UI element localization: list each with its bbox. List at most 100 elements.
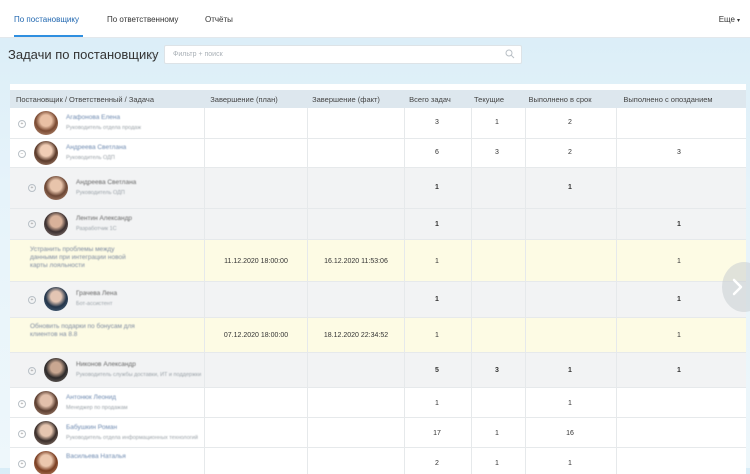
tab-by-responsible[interactable]: По ответственному [107, 15, 178, 24]
person-name[interactable]: Никонов Александр [76, 361, 136, 368]
column-header[interactable]: Завершение (план) [210, 95, 277, 104]
person-name[interactable]: Васильева Наталья [66, 453, 126, 460]
table-row[interactable]: − Андреева Светлана Руководитель ОДП 6 3… [10, 139, 746, 168]
avatar [34, 451, 58, 474]
current-count: 1 [495, 460, 499, 467]
person-role: Разработчик 1С [76, 226, 117, 232]
task-title[interactable]: Обновить подарки по бонусам для клиентов… [30, 323, 140, 339]
table-row[interactable]: + Васильева Наталья 2 1 1 [10, 448, 746, 474]
table-row[interactable]: + Андреева Светлана Руководитель ОДП 1 1 [10, 168, 746, 209]
avatar [44, 358, 68, 382]
plan-date: 07.12.2020 18:00:00 [223, 332, 289, 339]
avatar [34, 141, 58, 165]
current-count: 3 [495, 367, 499, 374]
ontime-count: 2 [568, 119, 572, 126]
table-row[interactable]: + Антонюк Леонид Менеджер по продажам 1 … [10, 388, 746, 418]
person-name[interactable]: Антонюк Леонид [66, 394, 116, 401]
total-count: 1 [435, 400, 439, 407]
current-count: 3 [495, 149, 499, 156]
total-count: 17 [433, 430, 441, 437]
column-divider [525, 108, 526, 474]
person-name[interactable]: Андреева Светлана [76, 179, 136, 186]
total-count: 6 [435, 149, 439, 156]
expand-icon[interactable]: + [18, 430, 26, 438]
expand-icon[interactable]: + [18, 120, 26, 128]
column-divider [307, 108, 308, 474]
avatar [44, 212, 68, 236]
late-count: 1 [677, 332, 681, 339]
expand-icon[interactable]: + [28, 220, 36, 228]
column-header[interactable]: Завершение (факт) [312, 95, 380, 104]
total-count: 3 [435, 119, 439, 126]
person-role: Руководитель службы доставки, ИТ и подде… [76, 372, 202, 378]
collapse-icon[interactable]: − [18, 150, 26, 158]
person-name[interactable]: Андреева Светлана [66, 144, 126, 151]
search-icon[interactable] [505, 49, 515, 59]
expand-icon[interactable]: + [28, 296, 36, 304]
ontime-count: 1 [568, 367, 572, 374]
total-count: 1 [435, 184, 439, 191]
active-tab-indicator [14, 35, 83, 37]
expand-icon[interactable]: + [28, 184, 36, 192]
late-count: 1 [677, 221, 681, 228]
ontime-count: 1 [568, 184, 572, 191]
column-header[interactable]: Постановщик / Ответственный / Задача [16, 95, 154, 104]
table-row[interactable]: + Бабушкин Роман Руководитель отдела инф… [10, 418, 746, 448]
person-role: Руководитель ОДП [66, 155, 115, 161]
avatar [44, 287, 68, 311]
table-row[interactable]: + Грачева Лена Бот-ассистент 1 1 [10, 282, 746, 318]
fact-date: 18.12.2020 22:34:52 [323, 332, 389, 339]
ontime-count: 16 [566, 430, 574, 437]
table-header: Постановщик / Ответственный / Задача Зав… [10, 90, 746, 108]
more-menu-button[interactable]: Еще ▾ [719, 15, 740, 24]
total-count: 5 [435, 367, 439, 374]
page-title: Задачи по постановщику [8, 47, 159, 62]
tab-by-creator[interactable]: По постановщику [14, 15, 79, 24]
column-divider [616, 108, 617, 474]
column-header[interactable]: Текущие [474, 95, 504, 104]
expand-icon[interactable]: + [18, 460, 26, 468]
column-header[interactable]: Выполнено с опозданием [623, 95, 712, 104]
person-name[interactable]: Грачева Лена [76, 290, 117, 297]
person-role: Руководитель отдела продаж [66, 125, 142, 131]
late-count: 1 [677, 367, 681, 374]
late-count: 1 [677, 296, 681, 303]
person-name[interactable]: Бабушкин Роман [66, 424, 117, 431]
expand-icon[interactable]: + [28, 367, 36, 375]
ontime-count: 2 [568, 149, 572, 156]
search-placeholder: Фильтр + поиск [173, 51, 223, 58]
expand-icon[interactable]: + [18, 400, 26, 408]
star-icon[interactable]: ☆ [147, 49, 157, 62]
late-count: 1 [677, 258, 681, 265]
avatar [34, 391, 58, 415]
chevron-right-icon [732, 278, 743, 296]
table-row[interactable]: + Лентин Александр Разработчик 1С 1 1 [10, 209, 746, 240]
person-role: Руководитель отдела информационных техно… [66, 435, 198, 441]
tab-reports[interactable]: Отчёты [205, 15, 233, 24]
ontime-count: 1 [568, 400, 572, 407]
table-row[interactable]: Устранить проблемы между данными при инт… [10, 240, 746, 282]
table-row[interactable]: + Никонов Александр Руководитель службы … [10, 353, 746, 388]
person-role: Менеджер по продажам [66, 405, 128, 411]
table-row[interactable]: Обновить подарки по бонусам для клиентов… [10, 318, 746, 353]
plan-date: 11.12.2020 18:00:00 [224, 258, 288, 265]
avatar [34, 111, 58, 135]
person-name[interactable]: Агафонова Елена [66, 114, 120, 121]
column-header[interactable]: Выполнено в срок [529, 95, 592, 104]
column-header[interactable]: Всего задач [409, 95, 451, 104]
current-count: 1 [495, 430, 499, 437]
person-name[interactable]: Лентин Александр [76, 215, 132, 222]
total-count: 1 [435, 221, 439, 228]
task-title[interactable]: Устранить проблемы между данными при инт… [30, 246, 140, 270]
chevron-down-icon: ▾ [736, 18, 740, 24]
table-row[interactable]: + Агафонова Елена Руководитель отдела пр… [10, 108, 746, 139]
total-count: 1 [435, 332, 439, 339]
search-input[interactable]: Фильтр + поиск [164, 45, 522, 64]
current-count: 1 [495, 119, 499, 126]
top-navigation: По постановщику По ответственному Отчёты… [0, 0, 750, 38]
total-count: 1 [435, 296, 439, 303]
person-role: Бот-ассистент [76, 301, 113, 307]
avatar [44, 176, 68, 200]
person-role: Руководитель ОДП [76, 190, 125, 196]
late-count: 3 [677, 149, 681, 156]
